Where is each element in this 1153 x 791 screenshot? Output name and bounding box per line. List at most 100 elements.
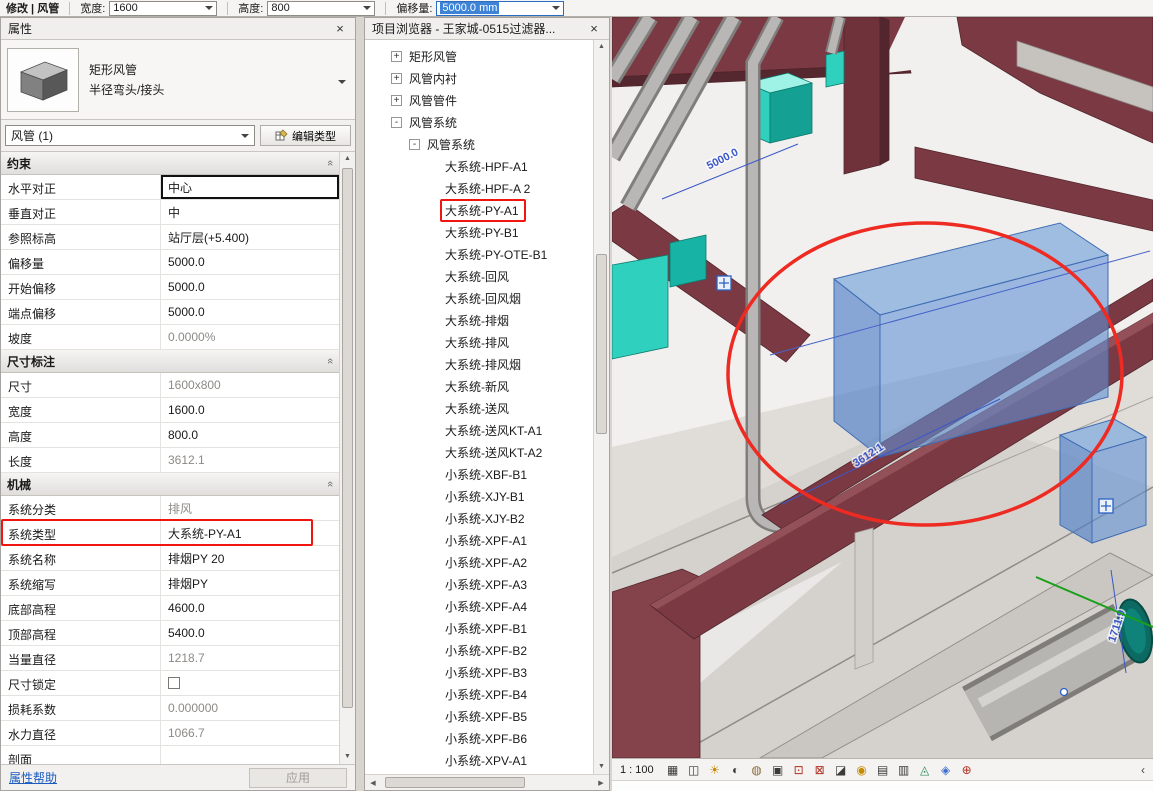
tree-item-label[interactable]: 风管管件: [407, 91, 459, 110]
3d-view[interactable]: 5000.0 3612.1 1711.9: [612, 17, 1153, 758]
tree-item[interactable]: 大系统-PY-OTE-B1: [365, 243, 593, 265]
tree-item-label[interactable]: 小系统-XPF-A1: [443, 531, 529, 550]
tree-item-label[interactable]: 大系统-PY-B1: [443, 223, 521, 242]
tree-item[interactable]: -风管系统: [365, 111, 593, 133]
tree-item[interactable]: + 风管管件: [365, 89, 593, 111]
tree-item[interactable]: 小系统-XPF-A3: [365, 573, 593, 595]
tree-item[interactable]: 大系统-PY-A1: [365, 199, 593, 221]
worksharing-display-icon[interactable]: ▤: [874, 761, 892, 779]
expand-icon[interactable]: +: [391, 73, 402, 84]
tree-item-label[interactable]: 大系统-PY-OTE-B1: [443, 245, 549, 264]
chevron-down-icon[interactable]: [205, 6, 213, 14]
section-header[interactable]: 尺寸标注«: [1, 350, 339, 373]
tree-item[interactable]: 小系统-XPF-A2: [365, 551, 593, 573]
modify-context-label[interactable]: 修改 | 风管: [6, 0, 59, 16]
chevron-down-icon[interactable]: [363, 6, 371, 14]
visual-style-icon[interactable]: ◫: [685, 761, 703, 779]
tree-item[interactable]: 大系统-回风烟: [365, 287, 593, 309]
scrollbar-track[interactable]: [340, 166, 355, 750]
tree-item-label[interactable]: 大系统-新风: [443, 377, 511, 396]
lock-3d-view-icon[interactable]: ⊠: [811, 761, 829, 779]
scroll-up-icon[interactable]: ▲: [344, 152, 351, 166]
move-grip-icon[interactable]: [1099, 499, 1113, 513]
shadows-icon[interactable]: ◐: [727, 761, 745, 779]
scroll-right-icon[interactable]: ▶: [593, 779, 609, 787]
tree-item[interactable]: 大系统-送风KT-A2: [365, 441, 593, 463]
tree-item-label[interactable]: 小系统-XPF-B5: [443, 707, 529, 726]
collapse-icon[interactable]: -: [409, 139, 420, 150]
tree-item-label[interactable]: 小系统-XPF-A4: [443, 597, 529, 616]
size-lock-checkbox[interactable]: [168, 677, 180, 689]
end-grip-icon[interactable]: [1061, 689, 1068, 696]
tree-item-label[interactable]: 小系统-XJY-B2: [443, 509, 527, 528]
instance-selector[interactable]: 风管 (1): [5, 125, 255, 146]
property-value[interactable]: 排烟PY 20: [161, 546, 339, 570]
tree-item-label[interactable]: 大系统-HPF-A1: [443, 157, 530, 176]
chevron-down-icon[interactable]: [338, 80, 346, 88]
tree-item-label[interactable]: 小系统-XPV-A1: [443, 751, 529, 770]
tree-item[interactable]: 大系统-排烟: [365, 309, 593, 331]
tree-item-label[interactable]: 风管系统: [425, 135, 477, 154]
tree-item-label[interactable]: 大系统-送风KT-A1: [443, 421, 544, 440]
tree-item[interactable]: 大系统-回风: [365, 265, 593, 287]
scroll-down-icon[interactable]: ▼: [344, 750, 351, 764]
property-value[interactable]: 4600.0: [161, 596, 339, 620]
move-grip-icon[interactable]: [717, 276, 731, 290]
expand-icon[interactable]: +: [391, 51, 402, 62]
properties-help-link[interactable]: 属性帮助: [9, 769, 57, 786]
width-input[interactable]: 1600: [109, 1, 217, 16]
tree-item[interactable]: 大系统-PY-B1: [365, 221, 593, 243]
reveal-constraints-icon[interactable]: ⊕: [958, 761, 976, 779]
tree-item-label[interactable]: 小系统-XPF-A3: [443, 575, 529, 594]
highlight-displacement-icon[interactable]: ◈: [937, 761, 955, 779]
temporary-view-properties-icon[interactable]: ▥: [895, 761, 913, 779]
property-value[interactable]: 1066.7: [161, 721, 339, 745]
show-rendering-icon[interactable]: ◍: [748, 761, 766, 779]
tree-item-label[interactable]: 风管内衬: [407, 69, 459, 88]
tree-item[interactable]: 小系统-XPF-A4: [365, 595, 593, 617]
viewport[interactable]: 5000.0 3612.1 1711.9: [612, 17, 1153, 791]
tree-item-label[interactable]: 大系统-排风烟: [443, 355, 523, 374]
tree-item-label[interactable]: 小系统-XPF-B1: [443, 619, 529, 638]
tree-item[interactable]: 小系统-XPF-B6: [365, 727, 593, 749]
scrollbar-thumb[interactable]: [385, 777, 525, 788]
property-value[interactable]: 1600.0: [161, 398, 339, 422]
property-value[interactable]: 0.0000%: [161, 325, 339, 349]
property-value[interactable]: 中心: [161, 175, 339, 199]
tree-item-label[interactable]: 小系统-XPF-B3: [443, 663, 529, 682]
property-value[interactable]: 大系统-PY-A1: [161, 521, 339, 545]
tree-item-label[interactable]: 大系统-排风: [443, 333, 511, 352]
expand-icon[interactable]: +: [391, 95, 402, 106]
tree-item-label[interactable]: 小系统-XPF-A2: [443, 553, 529, 572]
section-collapse-icon[interactable]: «: [324, 481, 336, 487]
browser-hscrollbar[interactable]: ◀ ▶: [365, 774, 609, 790]
close-icon[interactable]: ×: [332, 21, 348, 36]
collapse-chevron-icon[interactable]: ‹: [1141, 763, 1148, 777]
temporary-hide-isolate-icon[interactable]: ◪: [832, 761, 850, 779]
property-value[interactable]: 1218.7: [161, 646, 339, 670]
scrollbar-thumb[interactable]: [596, 254, 607, 434]
property-value[interactable]: 中: [161, 200, 339, 224]
tree-item[interactable]: 小系统-XJY-B1: [365, 485, 593, 507]
tree-item[interactable]: 小系统-XPF-B5: [365, 705, 593, 727]
tree-item-label[interactable]: 大系统-回风烟: [443, 289, 523, 308]
tree-item[interactable]: 小系统-XPF-B3: [365, 661, 593, 683]
tree-item[interactable]: 大系统-HPF-A 2: [365, 177, 593, 199]
tree-item[interactable]: 小系统-XJY-B2: [365, 507, 593, 529]
tree-item-label[interactable]: 矩形风管: [407, 47, 459, 66]
property-value[interactable]: 800.0: [161, 423, 339, 447]
tree-item-label[interactable]: 大系统-送风KT-A2: [443, 443, 544, 462]
tree-item-label[interactable]: 小系统-XPF-B6: [443, 729, 529, 748]
crop-view-icon[interactable]: ▣: [769, 761, 787, 779]
tree-item[interactable]: + 矩形风管: [365, 45, 593, 67]
scrollbar-track[interactable]: [381, 775, 593, 790]
tree-item[interactable]: 小系统-XPF-B2: [365, 639, 593, 661]
tree-item[interactable]: 小系统-XPV-A1: [365, 749, 593, 771]
scroll-left-icon[interactable]: ◀: [365, 779, 381, 787]
chevron-down-icon[interactable]: [552, 6, 560, 14]
sun-path-icon[interactable]: ☀: [706, 761, 724, 779]
tree-item[interactable]: 大系统-送风: [365, 397, 593, 419]
crop-region-icon[interactable]: ⊡: [790, 761, 808, 779]
height-input[interactable]: 800: [267, 1, 375, 16]
property-value[interactable]: [161, 671, 339, 695]
